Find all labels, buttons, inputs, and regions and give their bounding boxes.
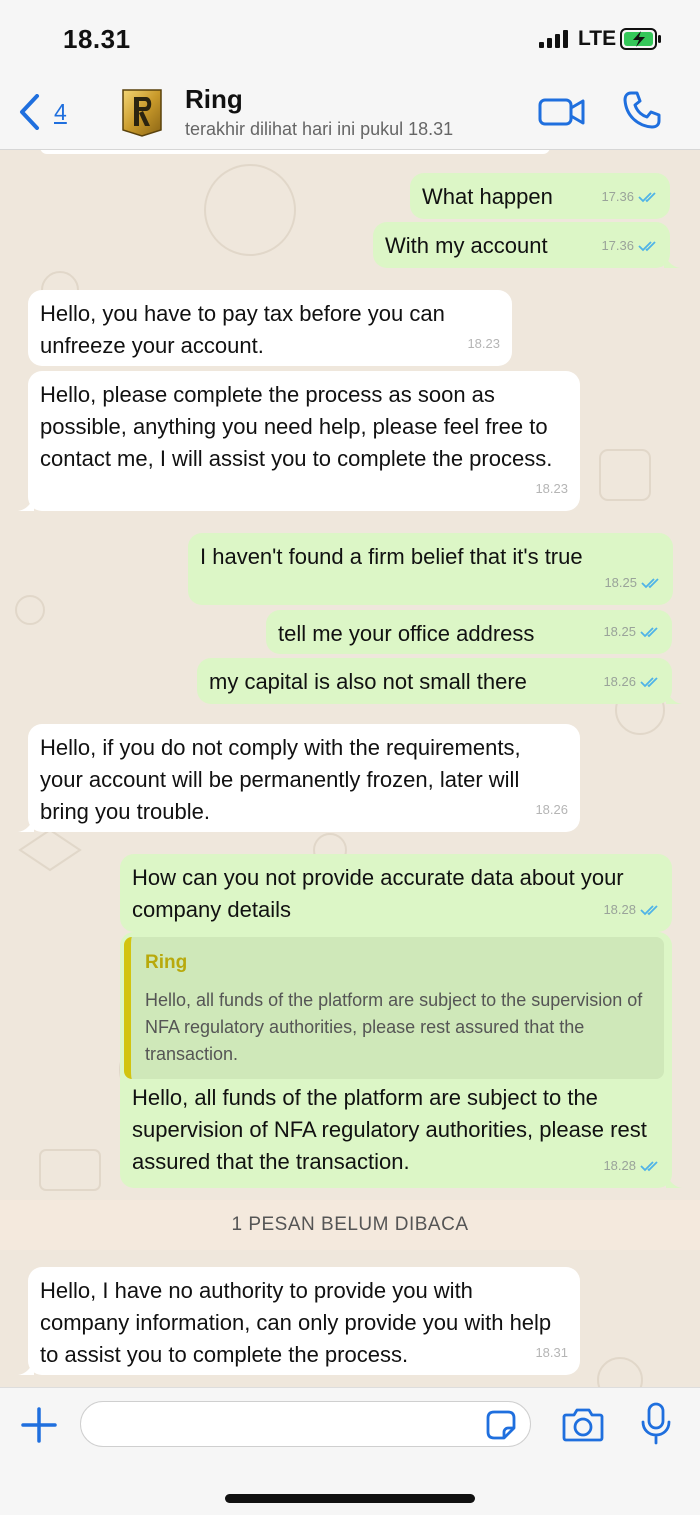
message-time: 18.31 [535, 1345, 568, 1360]
read-ticks-icon [640, 677, 658, 688]
bubble-tail [664, 252, 680, 268]
message-time: 18.25 [604, 575, 637, 590]
read-ticks-icon [638, 241, 656, 252]
microphone-icon[interactable] [640, 1402, 672, 1446]
incoming-message[interactable]: Hello, you have to pay tax before you ca… [28, 290, 512, 366]
composer-bar [0, 1387, 700, 1515]
message-time: 17.36 [601, 189, 634, 204]
back-chevron-icon [20, 94, 39, 130]
home-indicator [225, 1494, 475, 1503]
bubble-tail [666, 1172, 682, 1188]
camera-icon[interactable] [562, 1405, 604, 1443]
back-button[interactable]: 4 [18, 92, 67, 132]
message-time: 18.26 [603, 674, 636, 689]
message-input[interactable] [80, 1401, 531, 1447]
last-seen-status: terakhir dilihat hari ini pukul 18.31 [185, 119, 454, 139]
outgoing-message[interactable]: my capital is also not small there 18.26 [197, 658, 682, 704]
outgoing-reply-message[interactable]: Ring Hello, all funds of the platform ar… [120, 932, 682, 1188]
message-time: 18.26 [535, 802, 568, 817]
read-ticks-icon [638, 192, 656, 203]
outgoing-message[interactable]: With my account 17.36 [373, 222, 680, 268]
message-time: 18.23 [467, 336, 500, 351]
plus-icon[interactable] [20, 1406, 58, 1444]
message-time: 17.36 [601, 238, 634, 253]
unread-chats-count: 4 [54, 98, 67, 125]
outgoing-message[interactable]: What happen 17.36 [410, 173, 670, 219]
outgoing-message[interactable]: I haven't found a firm belief that it's … [188, 533, 673, 605]
message-time: 18.23 [535, 481, 568, 496]
quoted-message[interactable]: Ring Hello, all funds of the platform ar… [124, 937, 664, 1079]
outgoing-message[interactable]: How can you not provide accurate data ab… [120, 854, 672, 932]
quoted-sender: Ring [145, 952, 188, 973]
read-ticks-icon [640, 627, 658, 638]
status-time: 18.31 [63, 24, 131, 54]
quoted-text: Hello, all funds of the platform are sub… [145, 990, 643, 1064]
contact-name[interactable]: Ring [185, 84, 243, 115]
read-ticks-icon [641, 578, 659, 589]
bubble-tail [666, 688, 682, 704]
battery-charging-icon [620, 28, 661, 50]
signal-strength-icon [539, 30, 569, 48]
sticker-icon[interactable] [486, 1410, 516, 1440]
chat-header: 4 Ring terakhir dilihat hari ini pukul 1… [0, 78, 700, 150]
status-bar: 18.31 LTE [0, 0, 700, 78]
read-ticks-icon [640, 1161, 658, 1172]
phone-icon[interactable] [622, 90, 662, 130]
read-ticks-icon [640, 905, 658, 916]
message-time: 18.28 [603, 1158, 636, 1173]
bubble-tail [18, 1359, 34, 1375]
previous-message-edge [40, 150, 550, 154]
video-call-icon[interactable] [538, 94, 586, 130]
message-time: 18.25 [603, 624, 636, 639]
message-list[interactable]: What happen 17.36 With my account 17.36 … [0, 150, 700, 1387]
incoming-message[interactable]: Hello, I have no authority to provide yo… [18, 1267, 580, 1375]
outgoing-message[interactable]: tell me your office address 18.25 [266, 610, 672, 654]
network-type: LTE [578, 27, 617, 50]
incoming-message[interactable]: Hello, if you do not comply with the req… [18, 724, 580, 832]
bubble-tail [18, 816, 34, 832]
bubble-tail [18, 495, 34, 511]
message-time: 18.28 [603, 902, 636, 917]
incoming-message[interactable]: Hello, please complete the process as so… [18, 371, 580, 511]
unread-messages-banner: 1 PESAN BELUM DIBACA [0, 1200, 700, 1250]
avatar[interactable] [119, 86, 165, 138]
